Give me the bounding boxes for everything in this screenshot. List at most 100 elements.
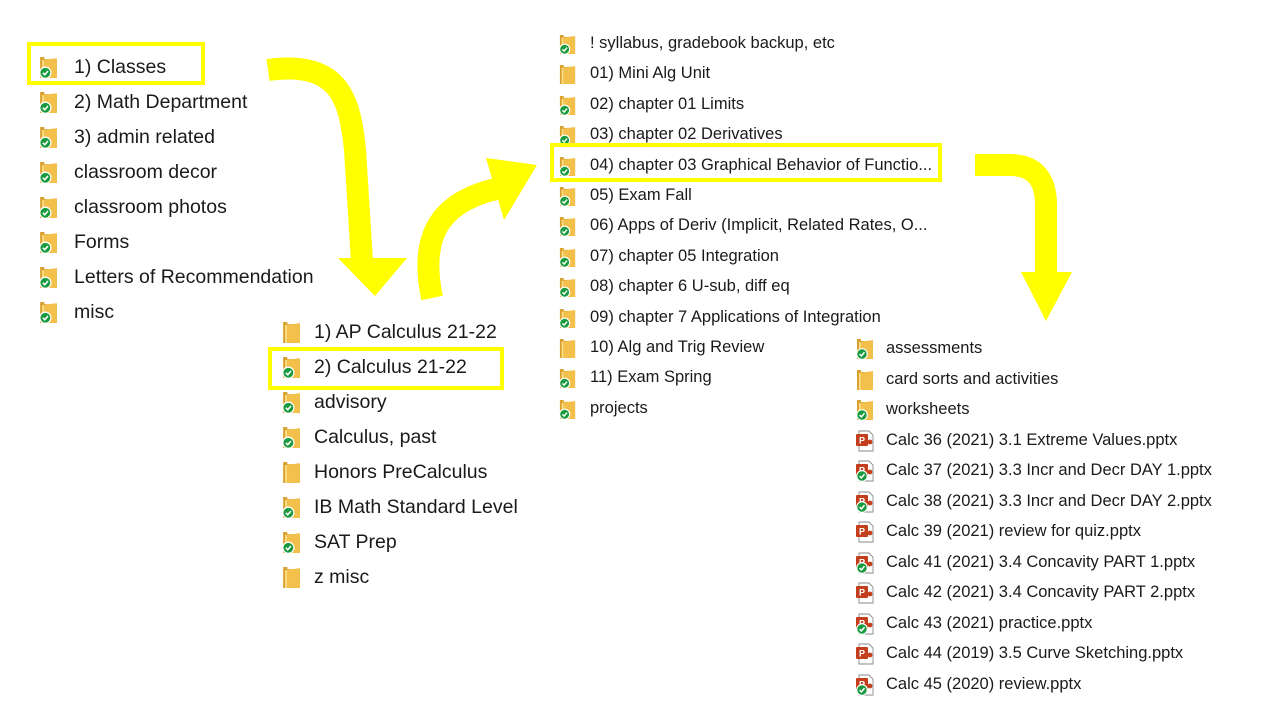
- powerpoint-file-icon: P: [855, 430, 875, 452]
- svg-text:P: P: [859, 649, 865, 659]
- folder-item-honors-precalculus[interactable]: Honors PreCalculus: [281, 456, 531, 491]
- folder-item-2-math-department[interactable]: 2) Math Department: [38, 85, 338, 120]
- folder-item-09-chapter-7-applications-of-integration[interactable]: 09) chapter 7 Applications of Integratio…: [558, 303, 948, 333]
- file-item-calc-38-2021-3-3-incr-and-decr-day-2-pptx[interactable]: P Calc 38 (2021) 3.3 Incr and Decr DAY 2.…: [855, 487, 1235, 518]
- file-item-calc-37-2021-3-3-incr-and-decr-day-1-pptx[interactable]: P Calc 37 (2021) 3.3 Incr and Decr DAY 1.…: [855, 456, 1235, 487]
- folder-item-3-admin-related[interactable]: 3) admin related: [38, 120, 338, 155]
- folder-item-sat-prep[interactable]: SAT Prep: [281, 526, 531, 561]
- synced-folder-icon: [558, 95, 577, 116]
- svg-text:P: P: [859, 527, 865, 537]
- folder-item-05-exam-fall[interactable]: 05) Exam Fall: [558, 181, 948, 211]
- sync-check-icon: P: [856, 460, 874, 482]
- item-label: projects: [590, 398, 648, 417]
- sync-check-icon: [559, 187, 576, 207]
- sync-check-icon: [39, 302, 57, 324]
- synced-folder-icon: [38, 231, 59, 254]
- synced-folder-icon: [558, 156, 577, 177]
- item-label: 3) admin related: [74, 126, 215, 148]
- folder-item-advisory[interactable]: advisory: [281, 386, 531, 421]
- folder-item-1-ap-calculus-21-22[interactable]: 1) AP Calculus 21-22: [281, 316, 531, 351]
- synced-folder-icon: [558, 216, 577, 238]
- folder-item-04-chapter-03-graphical-behavior-of-functio[interactable]: 04) chapter 03 Graphical Behavior of Fun…: [558, 151, 948, 181]
- sync-check-icon: [559, 35, 576, 55]
- item-label: Calc 37 (2021) 3.3 Incr and Decr DAY 1.p…: [886, 461, 1212, 479]
- folder-item-ib-math-standard-level[interactable]: IB Math Standard Level: [281, 491, 531, 526]
- item-label: misc: [74, 301, 115, 323]
- sync-check-icon: [282, 532, 300, 554]
- sync-check-icon: [559, 369, 576, 390]
- sync-check-icon: P: [856, 552, 874, 574]
- item-label: classroom photos: [74, 196, 227, 218]
- folder-item-1-classes[interactable]: 1) Classes: [38, 50, 338, 85]
- yellow-arrow: [975, 154, 1072, 321]
- folder-item-classroom-decor[interactable]: classroom decor: [38, 155, 338, 190]
- item-label: 07) chapter 05 Integration: [590, 246, 779, 265]
- synced-folder-icon: [558, 399, 577, 420]
- synced-folder-icon: [281, 496, 302, 519]
- folder-item-forms[interactable]: Forms: [38, 225, 338, 260]
- item-label: assessments: [886, 339, 983, 357]
- folder-item-07-chapter-05-integration[interactable]: 07) chapter 05 Integration: [558, 242, 948, 272]
- folder-item-assessments[interactable]: assessments: [855, 334, 1235, 365]
- sync-check-icon: [39, 197, 57, 219]
- file-item-calc-44-2019-3-5-curve-sketching-pptx[interactable]: P Calc 44 (2019) 3.5 Curve Sketching.pptx: [855, 639, 1235, 670]
- folder-item-06-apps-of-deriv-implicit-related-rates-o[interactable]: 06) Apps of Deriv (Implicit, Related Rat…: [558, 211, 948, 241]
- file-item-calc-41-2021-3-4-concavity-part-1-pptx[interactable]: P Calc 41 (2021) 3.4 Concavity PART 1.ppt…: [855, 548, 1235, 579]
- item-label: Calc 45 (2020) review.pptx: [886, 674, 1082, 693]
- folder-item-2-calculus-21-22[interactable]: 2) Calculus 21-22: [281, 351, 531, 386]
- synced-folder-icon: [38, 161, 59, 184]
- sync-check-icon: [39, 162, 57, 184]
- item-label: advisory: [314, 391, 387, 413]
- synced-folder-icon: [558, 277, 577, 299]
- sync-check-icon: P: [856, 674, 874, 696]
- sync-check-icon: [282, 357, 300, 379]
- yellow-arrow: [417, 158, 537, 301]
- item-label: 1) AP Calculus 21-22: [314, 321, 497, 343]
- file-item-calc-43-2021-practice-pptx[interactable]: P Calc 43 (2021) practice.pptx: [855, 609, 1235, 640]
- synced-folder-icon: [38, 126, 59, 149]
- powerpoint-file-icon: P: [855, 552, 875, 574]
- item-label: 11) Exam Spring: [590, 368, 712, 387]
- sync-check-icon: P: [856, 613, 874, 635]
- sync-check-icon: [282, 427, 300, 449]
- file-item-calc-42-2021-3-4-concavity-part-2-pptx[interactable]: P Calc 42 (2021) 3.4 Concavity PART 2.ppt…: [855, 578, 1235, 609]
- item-label: Calc 36 (2021) 3.1 Extreme Values.pptx: [886, 430, 1178, 449]
- svg-text:P: P: [859, 588, 865, 598]
- item-label: 08) chapter 6 U-sub, diff eq: [590, 277, 790, 296]
- sync-check-icon: [559, 308, 576, 329]
- folder-item-02-chapter-01-limits[interactable]: 02) chapter 01 Limits: [558, 90, 948, 120]
- item-label: Calc 38 (2021) 3.3 Incr and Decr DAY 2.p…: [886, 491, 1212, 510]
- sync-check-icon: [559, 247, 576, 268]
- file-item-calc-36-2021-3-1-extreme-values-pptx[interactable]: P Calc 36 (2021) 3.1 Extreme Values.pptx: [855, 426, 1235, 457]
- svg-text:P: P: [859, 435, 865, 445]
- synced-folder-icon: [281, 426, 302, 449]
- folder-item-calculus-past[interactable]: Calculus, past: [281, 421, 531, 456]
- folder-item-worksheets[interactable]: worksheets: [855, 395, 1235, 426]
- sync-check-icon: [39, 267, 57, 289]
- folder-item-card-sorts-and-activities[interactable]: card sorts and activities: [855, 365, 1235, 396]
- file-item-calc-45-2020-review-pptx[interactable]: P Calc 45 (2020) review.pptx: [855, 670, 1235, 701]
- file-item-calc-39-2021-review-for-quiz-pptx[interactable]: P Calc 39 (2021) review for quiz.pptx: [855, 517, 1235, 548]
- item-label: 2) Calculus 21-22: [314, 356, 467, 378]
- synced-folder-icon: [38, 56, 59, 79]
- synced-folder-icon: [38, 266, 59, 289]
- item-label: Forms: [74, 231, 130, 253]
- sync-check-icon: [559, 399, 576, 420]
- folder-item-03-chapter-02-derivatives[interactable]: 03) chapter 02 Derivatives: [558, 120, 948, 150]
- folder-item-z-misc[interactable]: z misc: [281, 561, 531, 596]
- synced-folder-icon: [558, 308, 577, 329]
- item-label: SAT Prep: [314, 531, 397, 553]
- folder-item-classroom-photos[interactable]: classroom photos: [38, 190, 338, 225]
- folder-item-syllabus-gradebook-backup-etc[interactable]: ! syllabus, gradebook backup, etc: [558, 29, 948, 59]
- folder-icon: [558, 64, 577, 85]
- synced-folder-icon: [281, 356, 302, 379]
- item-label: Calc 44 (2019) 3.5 Curve Sketching.pptx: [886, 644, 1184, 662]
- folder-item-08-chapter-6-u-sub-diff-eq[interactable]: 08) chapter 6 U-sub, diff eq: [558, 272, 948, 302]
- folder-item-letters-of-recommendation[interactable]: Letters of Recommendation: [38, 260, 338, 295]
- powerpoint-file-icon: P: [855, 674, 875, 696]
- folder-item-01-mini-alg-unit[interactable]: 01) Mini Alg Unit: [558, 59, 948, 89]
- top-level-folder-list: 1) Classes 2) Math Department 3) admin rel…: [38, 50, 338, 340]
- synced-folder-icon: [558, 368, 577, 390]
- folder-icon: [281, 566, 302, 589]
- synced-folder-icon: [38, 196, 59, 219]
